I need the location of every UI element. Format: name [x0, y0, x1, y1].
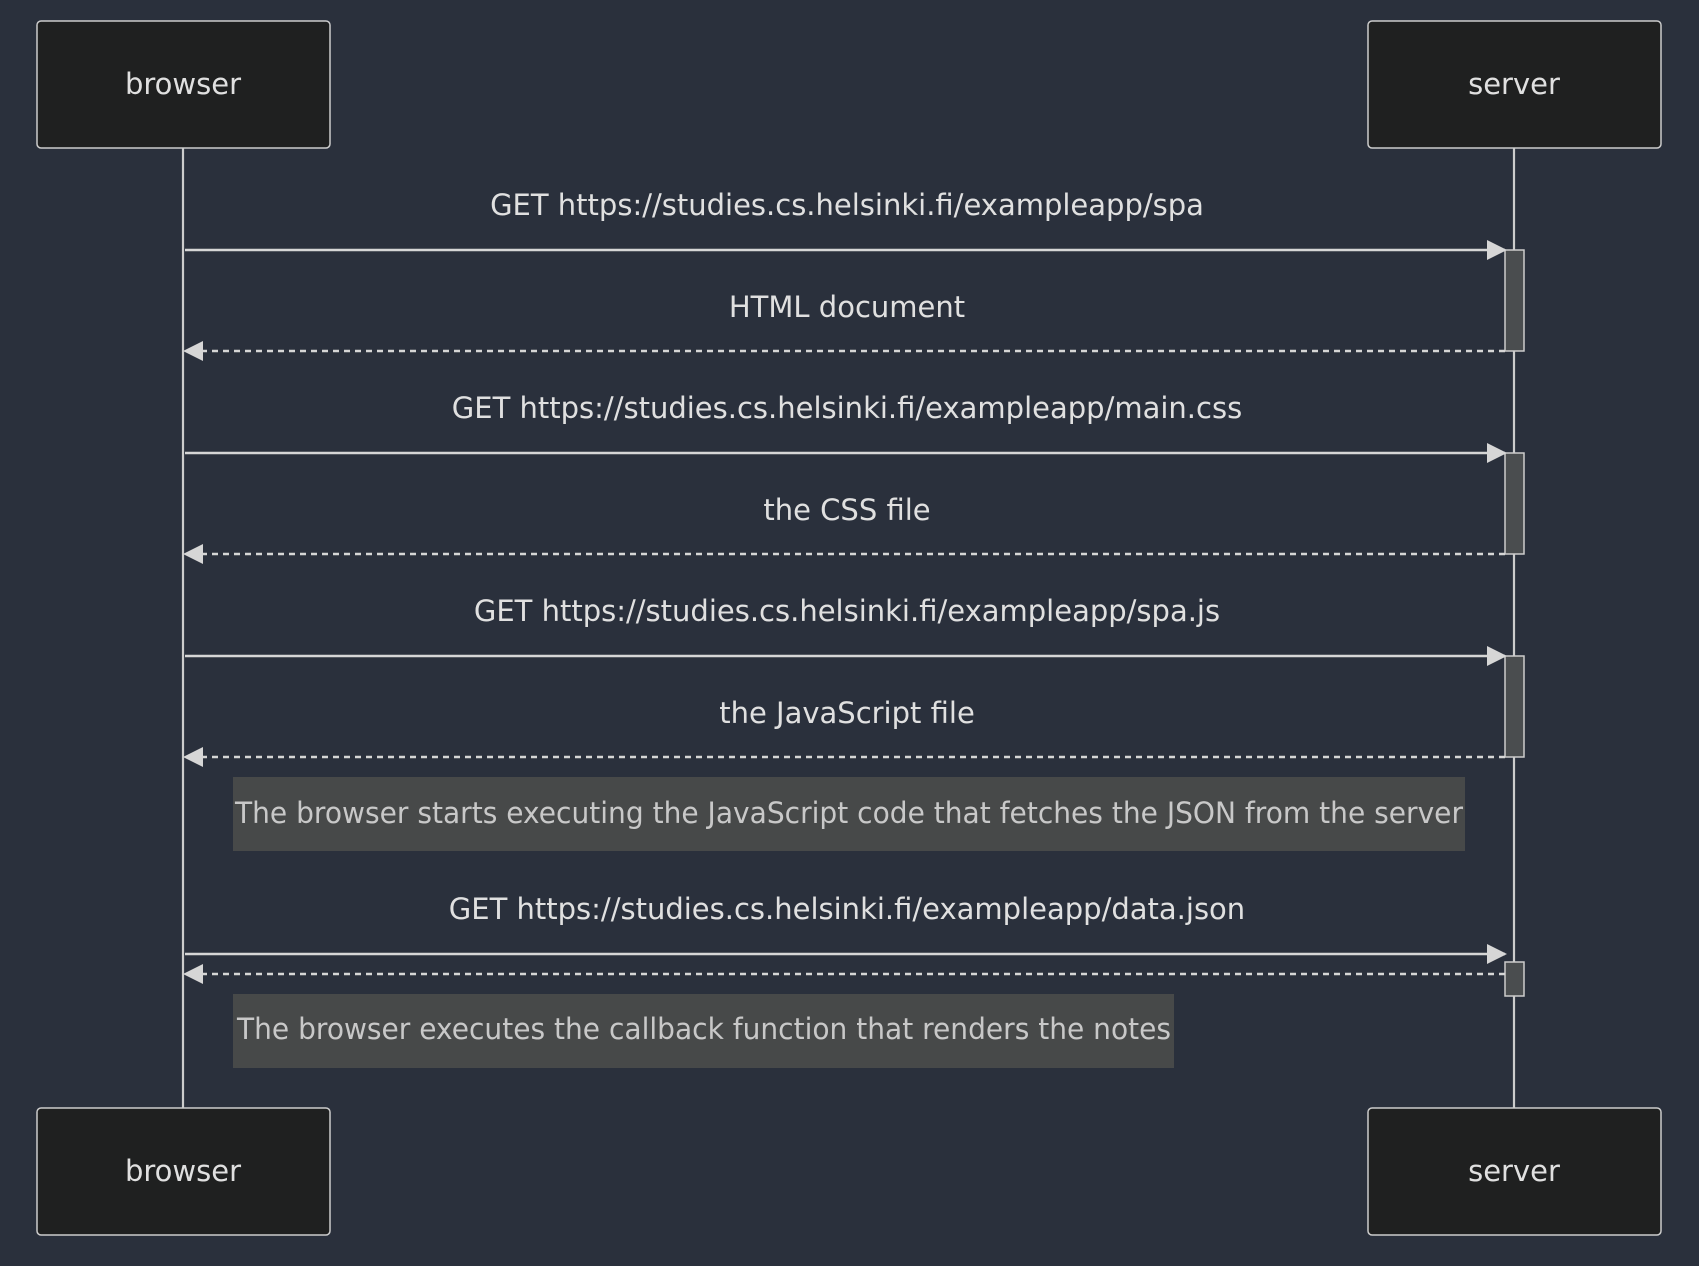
actor-browser-bottom-label: browser	[125, 1154, 241, 1188]
message-3-label: GET https://studies.cs.helsinki.fi/examp…	[452, 391, 1242, 425]
note-2: The browser executes the callback functi…	[233, 994, 1174, 1068]
actor-server-bottom: server	[1367, 1107, 1662, 1236]
sequence-diagram: browser server GET https://studies.cs.he…	[36, 20, 1662, 1236]
message-5-label: GET https://studies.cs.helsinki.fi/examp…	[474, 594, 1220, 628]
actor-browser-bottom: browser	[36, 1107, 331, 1236]
actor-server-top-label: server	[1468, 67, 1560, 101]
message-6-label: the JavaScript file	[719, 696, 975, 730]
actor-server-top: server	[1367, 20, 1662, 149]
message-4-label: the CSS file	[763, 493, 930, 527]
message-1-label: GET https://studies.cs.helsinki.fi/examp…	[490, 188, 1204, 222]
actor-browser-top: browser	[36, 20, 331, 149]
actor-server-bottom-label: server	[1468, 1154, 1560, 1188]
server-activation-2	[1504, 452, 1525, 555]
server-activation-4	[1504, 961, 1525, 997]
actor-browser-top-label: browser	[125, 67, 241, 101]
note-1: The browser starts executing the JavaScr…	[233, 777, 1465, 851]
note-2-label: The browser executes the callback functi…	[236, 1012, 1171, 1046]
message-7-label: GET https://studies.cs.helsinki.fi/examp…	[449, 892, 1245, 926]
message-2-label: HTML document	[729, 290, 965, 324]
server-activation-3	[1504, 655, 1525, 758]
server-activation-1	[1504, 249, 1525, 352]
note-1-label: The browser starts executing the JavaScr…	[234, 796, 1463, 830]
